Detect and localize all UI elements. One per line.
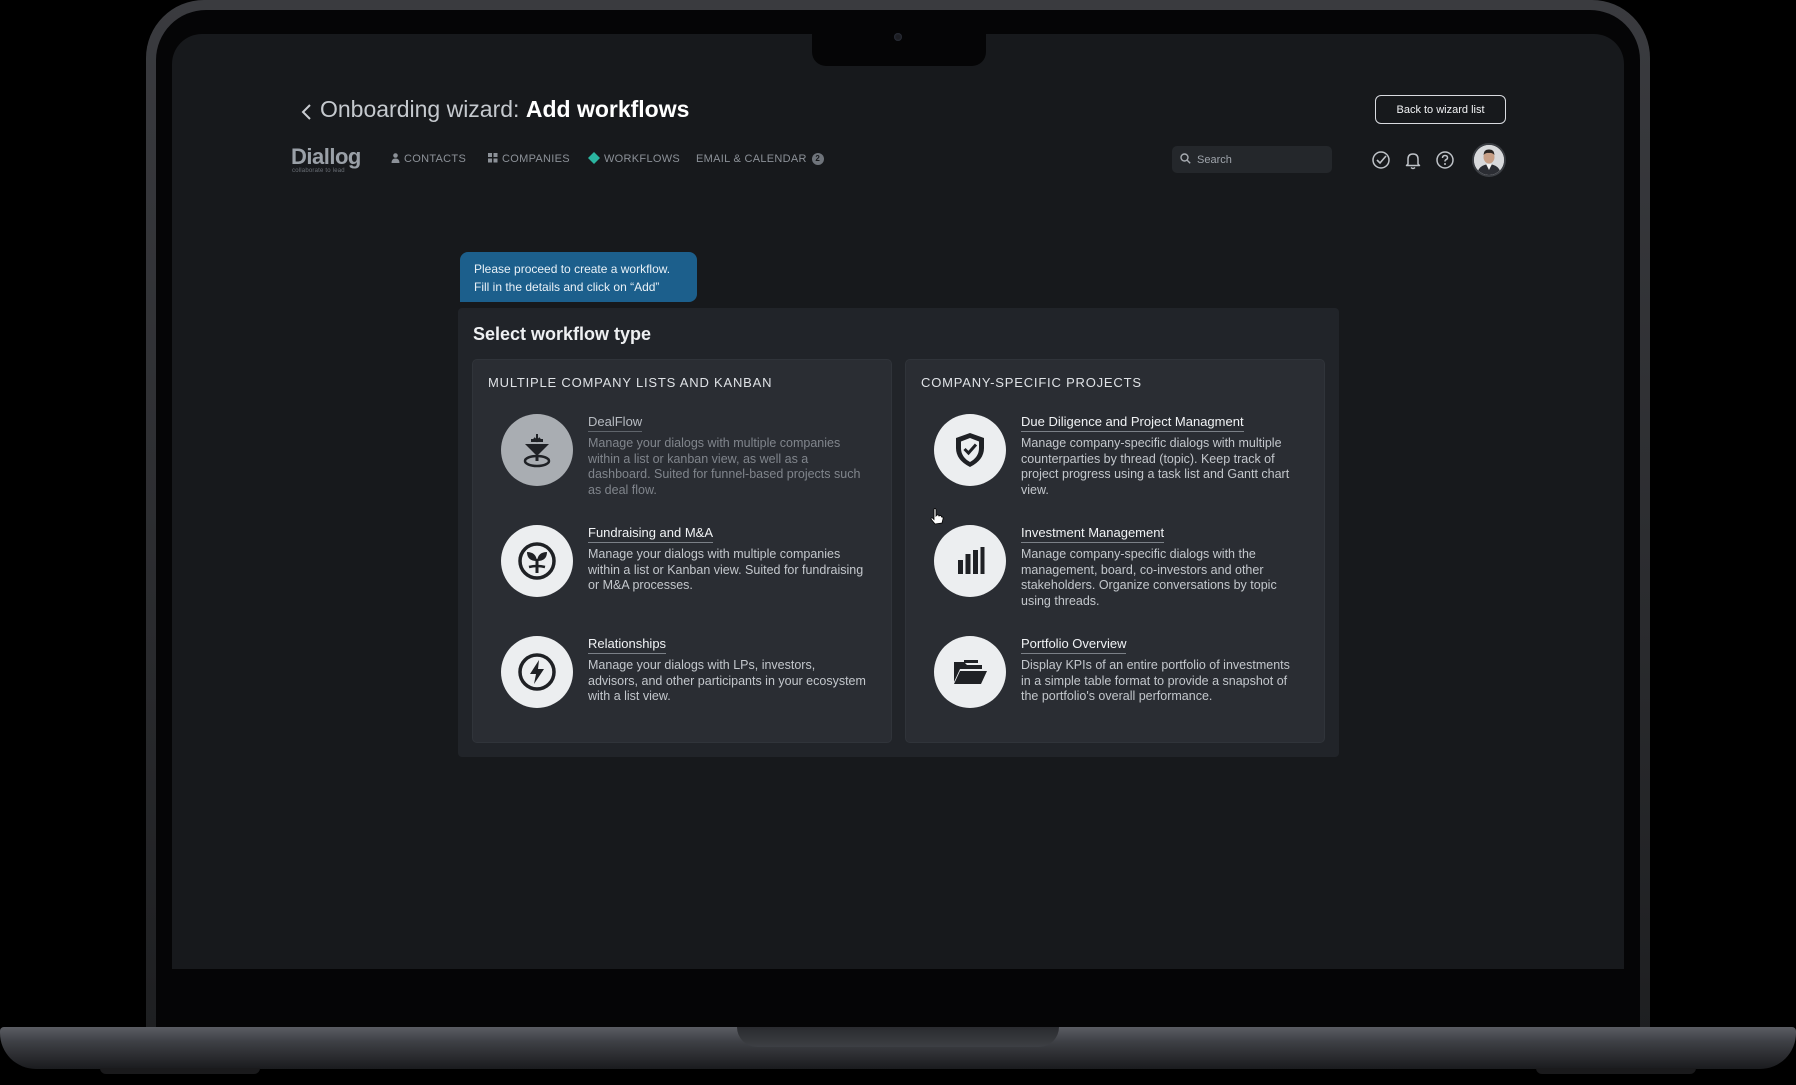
nav-companies-label: COMPANIES [502, 153, 570, 165]
nav-contacts-label: CONTACTS [404, 153, 467, 165]
workflow-option-name: Investment Management [1021, 525, 1165, 543]
logo-tagline: collaborate to lead [292, 168, 345, 174]
workflow-option-description: Manage your dialogs with LPs, investors,… [588, 658, 866, 703]
grid-icon [488, 152, 498, 166]
diamond-icon [588, 151, 600, 167]
avatar[interactable] [1472, 143, 1506, 177]
laptop-foot [1536, 1068, 1696, 1074]
email-count-badge: 2 [811, 153, 824, 165]
nav-workflows[interactable]: WORKFLOWS [588, 151, 680, 167]
tip-line-2: Fill in the details and click on “Add” [474, 280, 660, 294]
column-heading: COMPANY-SPECIFIC PROJECTS [921, 375, 1142, 390]
panel-title: Select workflow type [473, 324, 652, 344]
bar-chart-icon [934, 525, 1006, 597]
lightning-icon [501, 636, 573, 708]
laptop-base-notch [737, 1027, 1059, 1047]
folder-icon [934, 636, 1006, 708]
nav-email-calendar-label: EMAIL & CALENDAR [696, 153, 807, 165]
camera-icon [894, 33, 902, 41]
workflow-option-name: Portfolio Overview [1021, 636, 1127, 654]
tip-bubble: Please proceed to create a workflow. Fil… [460, 252, 697, 302]
person-icon [391, 152, 400, 166]
bell-icon[interactable] [1402, 149, 1424, 171]
funnel-icon [501, 414, 573, 486]
column-company-specific-projects: COMPANY-SPECIFIC PROJECTS Due Diligence … [905, 359, 1325, 743]
back-arrow-icon[interactable] [300, 102, 318, 122]
tip-line-1: Please proceed to create a workflow. [474, 262, 671, 276]
nav-contacts[interactable]: CONTACTS [391, 151, 466, 167]
mouse-pointer-icon [930, 508, 944, 526]
shield-check-icon [934, 414, 1006, 486]
nav-companies[interactable]: COMPANIES [488, 151, 570, 167]
workflow-option-name: Fundraising and M&A [588, 525, 714, 543]
page-title: Onboarding wizard: Add workflows [320, 96, 689, 123]
workflow-option-name: Relationships [588, 636, 667, 654]
logo[interactable]: Diallog [291, 146, 361, 168]
nav-email-calendar[interactable]: EMAIL & CALENDAR 2 [696, 151, 824, 167]
app-screen: Onboarding wizard: Add workflows Back to… [172, 34, 1624, 969]
search-input[interactable] [1197, 153, 1317, 166]
column-heading: MULTIPLE COMPANY LISTS AND KANBAN [488, 375, 773, 390]
workflow-option-description: Manage your dialogs with multiple compan… [588, 436, 861, 497]
workflow-option-name: Due Diligence and Project Managment [1021, 414, 1244, 432]
workflow-option-description: Manage your dialogs with multiple compan… [588, 547, 864, 592]
workflow-type-panel: Select workflow type MULTIPLE COMPANY LI… [458, 308, 1339, 757]
page-title-prefix: Onboarding wizard: [320, 96, 520, 122]
workflow-option-description: Display KPIs of an entire portfolio of i… [1021, 658, 1290, 703]
back-to-wizard-list-button[interactable]: Back to wizard list [1375, 95, 1506, 124]
workflow-option-description: Manage company-specific dialogs with mul… [1021, 436, 1290, 497]
check-circle-icon[interactable] [1370, 149, 1392, 171]
nav-workflows-label: WORKFLOWS [604, 153, 681, 165]
column-multiple-company-lists: MULTIPLE COMPANY LISTS AND KANBAN DealFl… [472, 359, 892, 743]
laptop-foot [100, 1068, 260, 1074]
help-icon[interactable] [1434, 149, 1456, 171]
workflow-option-description: Manage company-specific dialogs with the… [1021, 547, 1277, 608]
sprout-icon [501, 525, 573, 597]
search-icon [1180, 151, 1191, 169]
search-box[interactable] [1172, 146, 1332, 173]
workflow-option-name: DealFlow [588, 414, 643, 432]
page-title-main: Add workflows [525, 96, 690, 122]
